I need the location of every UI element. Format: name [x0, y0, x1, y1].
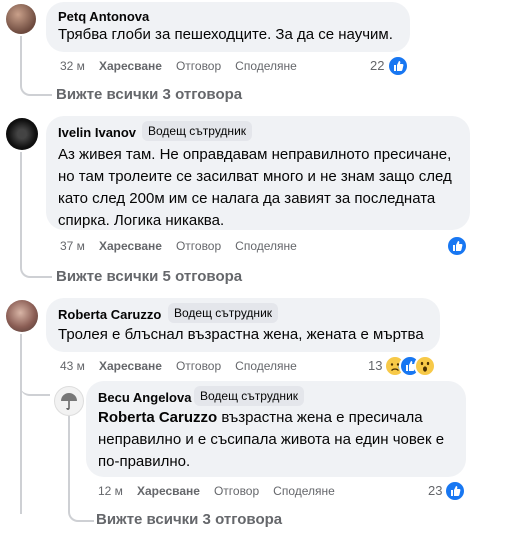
like-button[interactable]: Харесване	[137, 484, 200, 498]
avatar[interactable]	[6, 118, 38, 150]
comment-time[interactable]: 37 м	[60, 239, 85, 253]
reply-connector	[20, 370, 50, 396]
share-button[interactable]: Споделяне	[235, 59, 297, 73]
like-button[interactable]: Харесване	[99, 359, 162, 373]
like-icon[interactable]	[387, 55, 409, 77]
comment-actions: 12 м Харесване Отговор Споделяне	[98, 484, 335, 498]
avatar[interactable]	[6, 300, 38, 332]
reply-bubble: Becu Angelova Водещ сътрудник Roberta Ca…	[86, 381, 466, 477]
comment-bubble: Petq Antonova Трябва глоби за пешеходцит…	[46, 2, 410, 52]
comment-actions: 43 м Харесване Отговор Споделяне	[60, 359, 297, 373]
avatar[interactable]	[54, 386, 84, 416]
comment-time[interactable]: 32 м	[60, 59, 85, 73]
reaction-count[interactable]: 23	[428, 483, 442, 498]
reply-button[interactable]: Отговор	[176, 59, 221, 73]
role-badge: Водещ сътрудник	[168, 303, 279, 323]
umbrella-icon	[61, 393, 77, 410]
thread-connector	[20, 334, 22, 514]
role-badge: Водещ сътрудник	[142, 121, 253, 141]
like-button[interactable]: Харесване	[99, 239, 162, 253]
view-replies-link[interactable]: Вижте всички 3 отговора	[56, 86, 242, 103]
view-replies-link[interactable]: Вижте всички 3 отговора	[96, 511, 282, 528]
comment-author[interactable]: Ivelin Ivanov	[58, 125, 136, 140]
reply-button[interactable]: Отговор	[176, 239, 221, 253]
mention-link[interactable]: Roberta Caruzzo	[98, 409, 217, 426]
reply-button[interactable]: Отговор	[214, 484, 259, 498]
like-icon[interactable]	[444, 480, 466, 502]
comment-author[interactable]: Becu Angelova	[98, 390, 191, 405]
comment-bubble: Ivelin Ivanov Водещ сътрудник Аз живея т…	[46, 116, 470, 230]
comment-author[interactable]: Petq Antonova	[58, 9, 149, 24]
reaction-count[interactable]: 13	[368, 358, 382, 373]
avatar[interactable]	[6, 4, 36, 34]
comment-actions: 37 м Харесване Отговор Споделяне	[60, 239, 297, 253]
thread-connector	[20, 152, 52, 278]
comment-text: Трябва глоби за пешеходците. За да се на…	[58, 26, 393, 43]
reaction-count[interactable]: 22	[370, 58, 384, 73]
comment-bubble: Roberta Caruzzo Водещ сътрудник Тролея е…	[46, 298, 440, 352]
wow-icon[interactable]	[414, 355, 436, 377]
comment-text: Roberta Caruzzo възрастна жена е пресича…	[98, 409, 445, 470]
thread-connector	[20, 36, 52, 96]
comment-time[interactable]: 43 м	[60, 359, 85, 373]
reply-button[interactable]: Отговор	[176, 359, 221, 373]
comment-text: Аз живея там. Не оправдавам неправилното…	[58, 146, 452, 229]
like-icon[interactable]	[446, 235, 468, 257]
role-badge: Водещ сътрудник	[194, 386, 305, 406]
comment-text: Тролея е блъснал възрастна жена, жената …	[58, 326, 424, 343]
share-button[interactable]: Споделяне	[235, 239, 297, 253]
view-replies-link[interactable]: Вижте всички 5 отговора	[56, 268, 242, 285]
share-button[interactable]: Споделяне	[235, 359, 297, 373]
comment-actions: 32 м Харесване Отговор Споделяне	[60, 59, 297, 73]
share-button[interactable]: Споделяне	[273, 484, 335, 498]
comment-author[interactable]: Roberta Caruzzo	[58, 307, 161, 322]
thread-connector	[68, 416, 94, 522]
comment-time[interactable]: 12 м	[98, 484, 123, 498]
like-button[interactable]: Харесване	[99, 59, 162, 73]
